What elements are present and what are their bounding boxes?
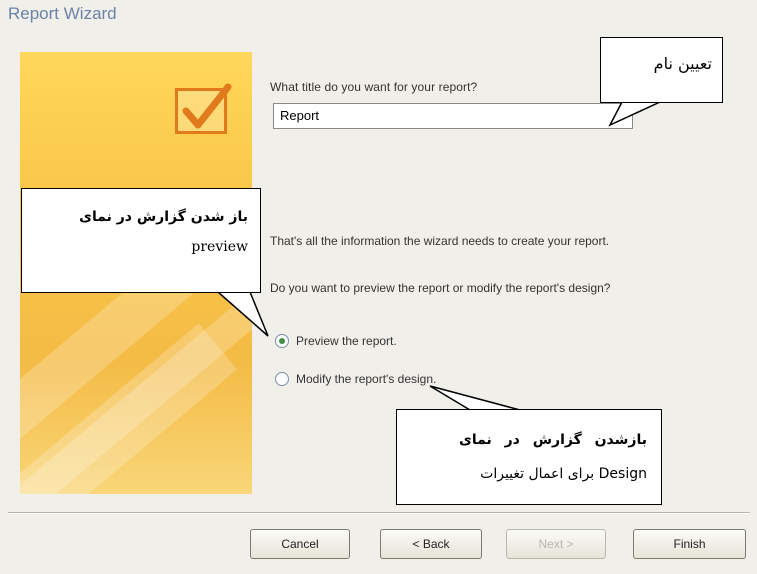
callout-title-name-text: تعیین نام [653, 54, 712, 73]
callout-preview-line1: باز شدن گزارش در نمای [79, 209, 248, 225]
callout-preview-line2: preview [191, 239, 248, 255]
callout-design-line2: Design برای اعمال تغییرات [480, 466, 647, 482]
callout-design-line1: بازشدن گزارش در نمای [458, 432, 647, 448]
callout-title-name: تعیین نام [600, 37, 723, 103]
report-wizard-window: Report Wizard What title do you want for… [0, 0, 757, 574]
callout-design: بازشدن گزارش در نمای Design برای اعمال ت… [396, 409, 662, 505]
callout-preview: باز شدن گزارش در نمای preview [21, 188, 261, 293]
